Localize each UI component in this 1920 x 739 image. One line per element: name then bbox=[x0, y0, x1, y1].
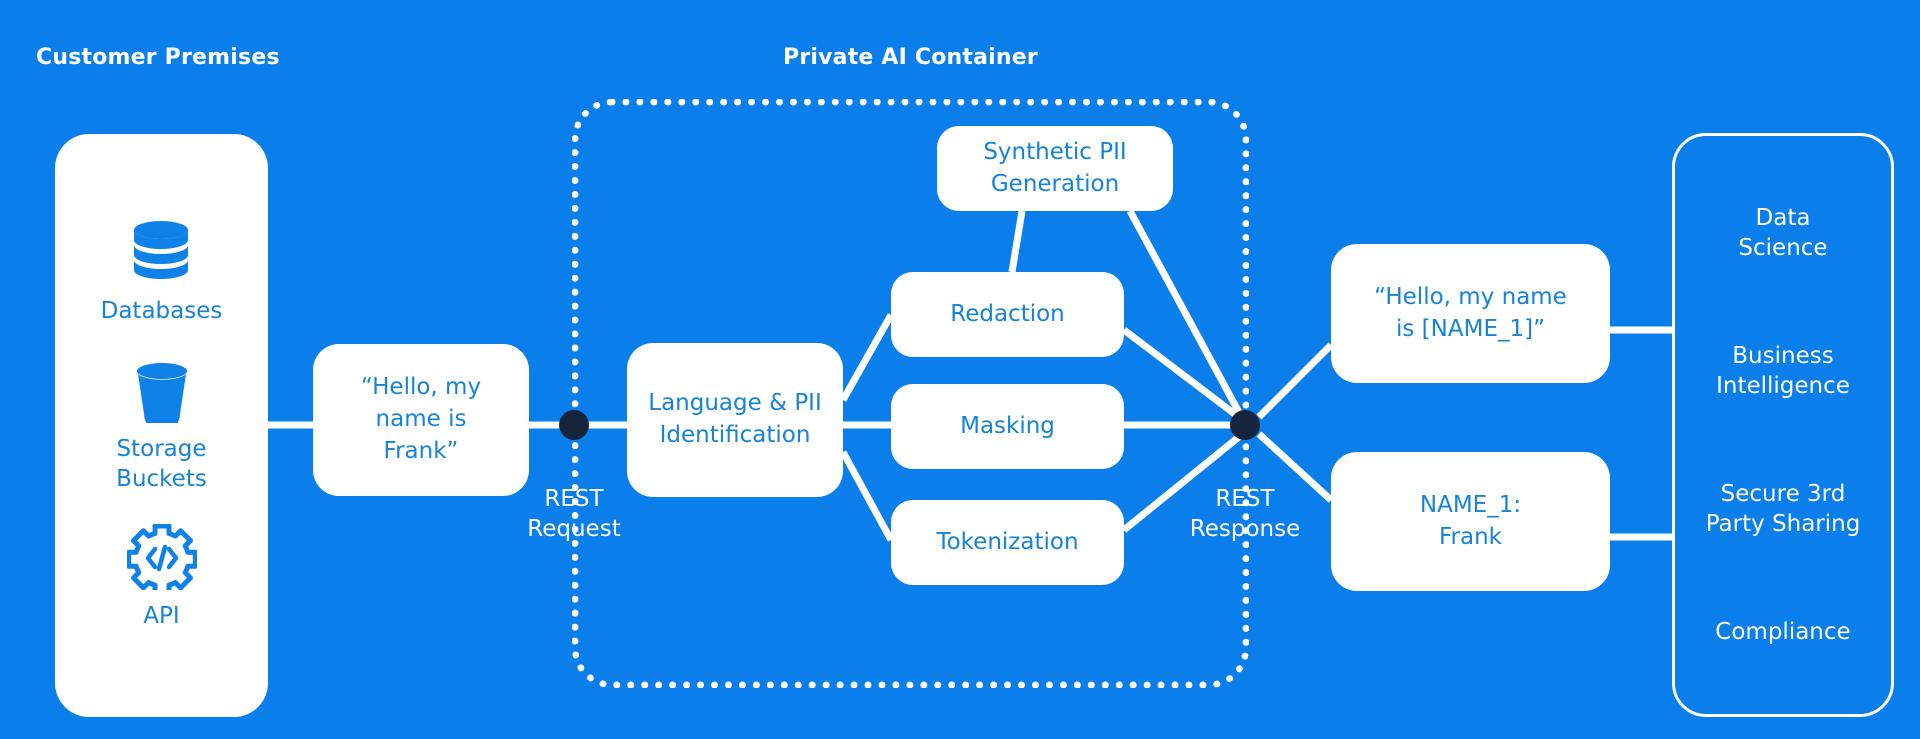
premise-item-storage-buckets: Storage Buckets bbox=[116, 357, 207, 495]
diagram-canvas: Customer Premises Private AI Container D… bbox=[0, 0, 1920, 739]
premise-label-api: API bbox=[143, 603, 180, 630]
tokenization-card: Tokenization bbox=[891, 500, 1124, 585]
input-message-card: “Hello, my name is Frank” bbox=[313, 344, 529, 496]
outcome-compliance: Compliance bbox=[1715, 618, 1851, 645]
masking-card: Masking bbox=[891, 384, 1124, 469]
api-gear-icon bbox=[126, 524, 197, 591]
premise-item-databases: Databases bbox=[100, 219, 223, 327]
premise-label-databases: Databases bbox=[100, 297, 223, 324]
customer-premises-panel: Databases Storage Buckets API bbox=[55, 134, 268, 717]
output-token-mapping-card: NAME_1: Frank bbox=[1331, 452, 1610, 591]
outcome-data-science: Data Science bbox=[1738, 204, 1828, 262]
storage-bucket-icon bbox=[136, 362, 187, 423]
synthetic-pii-generation-card: Synthetic PII Generation bbox=[937, 126, 1173, 211]
language-pii-identification-card: Language & PII Identification bbox=[627, 343, 843, 497]
database-icon bbox=[134, 220, 189, 279]
premise-item-api: API bbox=[126, 524, 197, 632]
rest-response-node bbox=[1230, 410, 1260, 440]
outcome-business-intelligence: Business Intelligence bbox=[1716, 342, 1850, 400]
outcome-secure-third-party-sharing: Secure 3rd Party Sharing bbox=[1705, 480, 1861, 538]
redaction-card: Redaction bbox=[891, 272, 1124, 357]
rest-request-node bbox=[559, 410, 589, 440]
rest-response-label: REST Response bbox=[1189, 486, 1301, 542]
outcomes-panel: Data Science Business Intelligence Secur… bbox=[1672, 133, 1894, 717]
output-redacted-message-card: “Hello, my name is [NAME_1]” bbox=[1331, 244, 1610, 383]
premise-label-storage-buckets: Storage Buckets bbox=[116, 435, 207, 492]
